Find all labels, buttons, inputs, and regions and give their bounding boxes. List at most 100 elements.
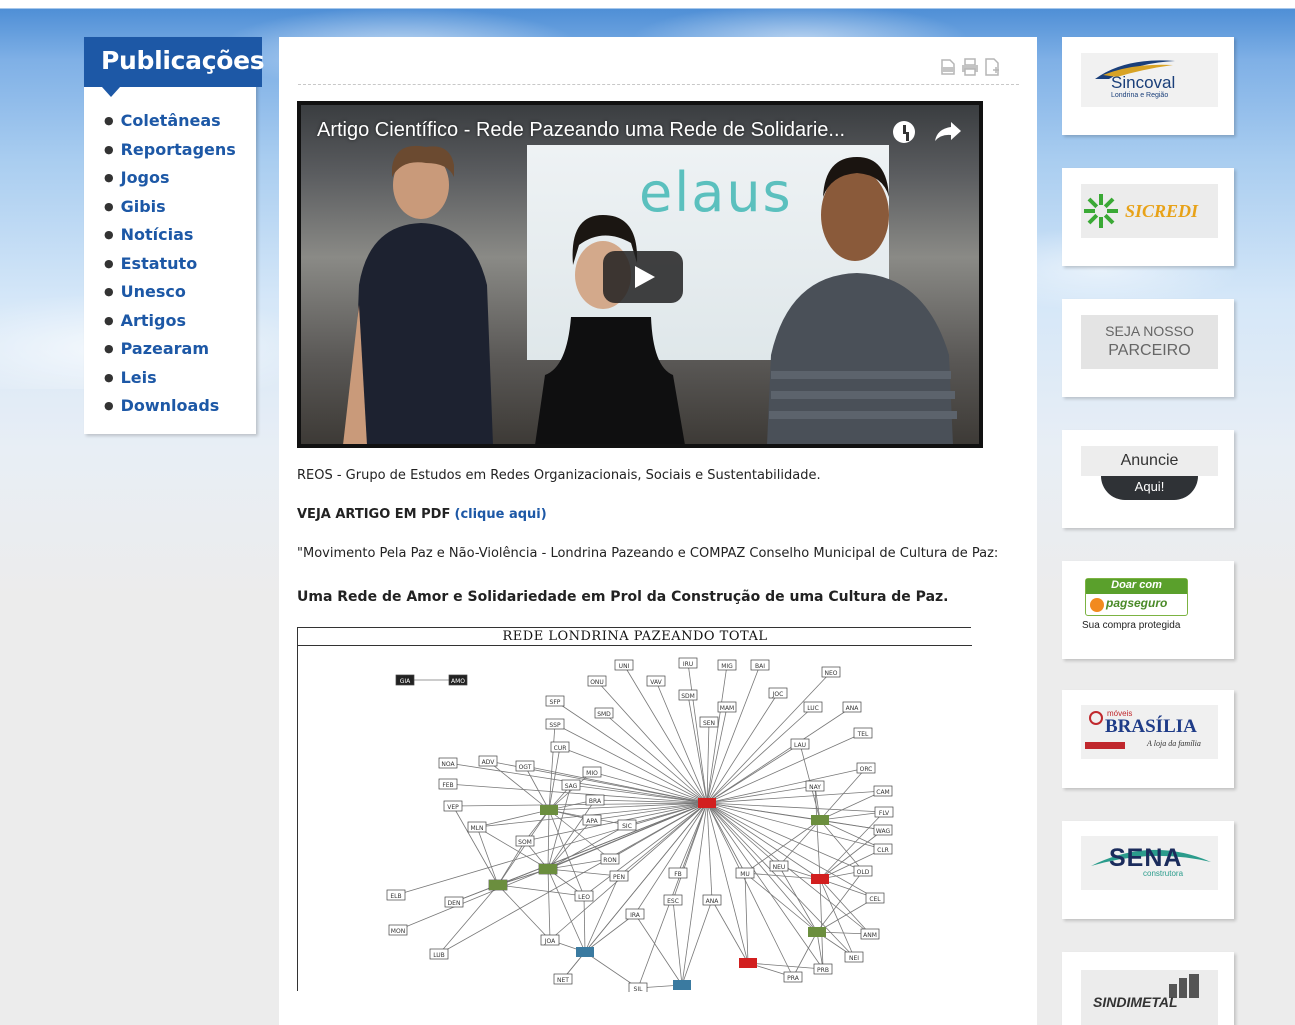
network-edge bbox=[548, 723, 556, 811]
network-node-label: NEI bbox=[849, 955, 859, 962]
network-node-label: FLV bbox=[879, 810, 890, 817]
article-intro: REOS - Grupo de Estudos em Redes Organiz… bbox=[297, 468, 821, 483]
brasilia-title: BRASÍLIA bbox=[1105, 716, 1197, 737]
list-item: ● Jogos bbox=[104, 168, 170, 187]
network-node-label: APA bbox=[586, 818, 598, 825]
anuncie-banner: Anuncie Aqui! bbox=[1081, 446, 1218, 506]
video-frame: elaus Artigo Científico - Rede Pazeando … bbox=[301, 105, 979, 444]
ad-pagseguro[interactable]: Doar com pagseguro Sua compra protegida bbox=[1062, 561, 1234, 659]
network-node-label: LUB bbox=[433, 952, 445, 959]
ad-sindimetal[interactable]: SINDIMETAL bbox=[1062, 952, 1234, 1025]
network-edge bbox=[681, 899, 713, 986]
print-icon[interactable] bbox=[961, 58, 979, 76]
play-icon[interactable] bbox=[603, 251, 683, 303]
menu-link-jogos[interactable]: Jogos bbox=[121, 168, 170, 187]
menu-link-gibis[interactable]: Gibis bbox=[121, 197, 166, 216]
article-heading: Uma Rede de Amor e Solidariedade em Prol… bbox=[297, 589, 949, 605]
sicredi-title: SICREDI bbox=[1125, 201, 1199, 221]
network-edge bbox=[452, 805, 499, 886]
network-hub-node bbox=[698, 798, 716, 808]
menu-link-leis[interactable]: Leis bbox=[121, 368, 157, 387]
menu-link-reportagens[interactable]: Reportagens bbox=[121, 140, 236, 159]
ad-sena[interactable]: SENA construtora bbox=[1062, 821, 1234, 919]
email-icon[interactable] bbox=[983, 58, 1001, 76]
network-edge bbox=[584, 875, 620, 953]
network-edge bbox=[687, 662, 708, 804]
list-item: ● Downloads bbox=[104, 396, 220, 415]
network-node-label: LUC bbox=[807, 705, 819, 712]
menu-link-noticias[interactable]: Notícias bbox=[121, 225, 194, 244]
network-node-label: JOA bbox=[544, 938, 556, 945]
network-diagram: REDE LONDRINA PAZEANDO TOTAL GIA AMO UNI IR… bbox=[297, 627, 972, 992]
parceiro-banner: SEJA NOSSO PARCEIRO bbox=[1081, 315, 1218, 369]
network-edge bbox=[706, 802, 876, 899]
network-edge bbox=[584, 802, 708, 953]
network-node-label: CEL bbox=[869, 896, 881, 903]
network-edge bbox=[547, 802, 708, 870]
network-node-label: PRA bbox=[787, 975, 800, 982]
clock-icon[interactable] bbox=[893, 121, 915, 143]
list-item: ● Pazearam bbox=[104, 339, 210, 358]
network-edge bbox=[547, 868, 551, 941]
network-node-label: NEU bbox=[773, 864, 786, 871]
ad-sicredi[interactable]: SICREDI bbox=[1062, 168, 1234, 266]
network-edge bbox=[706, 732, 864, 804]
ad-seja-parceiro[interactable]: SEJA NOSSO PARCEIRO bbox=[1062, 299, 1234, 397]
network-edge bbox=[706, 743, 801, 804]
network-node-label: MIO bbox=[586, 770, 598, 777]
network-node-label: NAY bbox=[809, 784, 821, 791]
menu-link-artigos[interactable]: Artigos bbox=[121, 311, 186, 330]
sicredi-logo: SICREDI bbox=[1081, 184, 1218, 238]
video-player[interactable]: elaus Artigo Científico - Rede Pazeando … bbox=[297, 101, 983, 448]
donate-label: Doar com bbox=[1086, 579, 1187, 594]
list-item: ● Unesco bbox=[104, 282, 186, 301]
article-toolbar bbox=[298, 37, 1019, 85]
list-item: ● Gibis bbox=[104, 196, 166, 216]
network-node-label: LEO bbox=[578, 894, 590, 901]
network-edge bbox=[706, 802, 885, 813]
network-node-label: BAI bbox=[755, 663, 765, 670]
share-icon[interactable] bbox=[935, 119, 963, 143]
network-node-label: SIC bbox=[622, 823, 632, 830]
ad-anuncie[interactable]: Anuncie Aqui! bbox=[1062, 430, 1234, 528]
network-edge bbox=[634, 913, 683, 986]
pagseguro-icon bbox=[1090, 598, 1104, 612]
network-edge bbox=[819, 819, 864, 872]
network-edge bbox=[819, 790, 884, 821]
pdf-link[interactable]: (clique aqui) bbox=[455, 507, 547, 522]
network-edge bbox=[711, 899, 749, 964]
network-hub-node bbox=[811, 874, 829, 884]
menu-link-estatuto[interactable]: Estatuto bbox=[121, 254, 198, 273]
video-title[interactable]: Artigo Científico - Rede Pazeando uma Re… bbox=[317, 119, 845, 142]
brasilia-stripe bbox=[1085, 742, 1125, 749]
pdf-icon[interactable] bbox=[939, 58, 957, 76]
network-title: REDE LONDRINA PAZEANDO TOTAL bbox=[502, 629, 768, 644]
ad-moveis-brasilia[interactable]: móveis BRASÍLIA A loja da família bbox=[1062, 690, 1234, 788]
ad-sincoval[interactable]: Sincoval Londrina e Região bbox=[1062, 37, 1234, 135]
network-hub-node bbox=[808, 927, 826, 937]
network-node-label: SEN bbox=[703, 720, 715, 727]
network-node-label: MLN bbox=[470, 825, 483, 832]
network-hub-node bbox=[673, 980, 691, 990]
network-edge bbox=[819, 819, 884, 831]
network-node-label: CLR bbox=[877, 847, 889, 854]
network-edge bbox=[547, 809, 550, 870]
menu-link-unesco[interactable]: Unesco bbox=[121, 282, 186, 301]
menu-link-pazearam[interactable]: Pazearam bbox=[121, 339, 209, 358]
network-edge bbox=[583, 802, 708, 897]
list-item: ● Leis bbox=[104, 367, 157, 387]
network-node-label: VEP bbox=[447, 804, 459, 811]
menu-link-coletaneas[interactable]: Coletâneas bbox=[121, 111, 221, 130]
network-edge bbox=[524, 765, 550, 811]
pagseguro-button[interactable]: Doar com pagseguro bbox=[1085, 578, 1188, 616]
network-node-label: MU bbox=[740, 871, 750, 878]
network-edge bbox=[706, 802, 794, 978]
network-edge bbox=[706, 706, 853, 804]
pagseguro-brand: pagseguro bbox=[1106, 596, 1168, 610]
menu-link-downloads[interactable]: Downloads bbox=[121, 396, 220, 415]
network-node-label: FEB bbox=[442, 782, 453, 789]
network-edge bbox=[559, 746, 708, 804]
network-node-label: SDM bbox=[681, 693, 695, 700]
pagseguro-caption: Sua compra protegida bbox=[1082, 620, 1181, 631]
network-node-label: MAM bbox=[720, 705, 734, 712]
